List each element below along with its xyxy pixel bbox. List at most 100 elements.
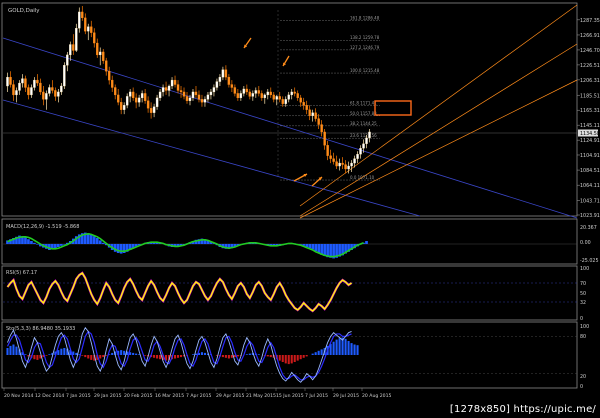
candle-body	[161, 87, 165, 93]
stochastic-axis-label: 80	[580, 334, 586, 340]
candle-body	[81, 11, 84, 19]
candle-body	[263, 94, 266, 99]
date-label: 29 Apr 2015	[216, 393, 244, 399]
candle-body	[108, 71, 111, 81]
candle-body	[335, 161, 338, 167]
candle-body	[329, 155, 332, 159]
candle-body	[281, 99, 284, 104]
candle-body	[93, 32, 96, 44]
candle-body	[27, 87, 30, 96]
candle-body	[42, 91, 45, 100]
price-label: 1064.11	[580, 183, 600, 189]
candle-body	[63, 65, 66, 87]
candle-body	[36, 79, 39, 84]
fib-level-label: 138.2 1259.78	[350, 35, 380, 40]
candle-body	[116, 94, 120, 103]
rsi-axis-label: 0	[580, 316, 583, 322]
price-label: 1185.51	[580, 93, 600, 99]
candle-body	[173, 79, 177, 85]
candle-body	[170, 79, 174, 87]
candle-body	[314, 112, 317, 119]
candle-body	[87, 26, 90, 32]
candle-body	[102, 51, 105, 61]
candle-body	[185, 96, 189, 101]
candle-body	[359, 148, 362, 155]
candle-body	[12, 84, 15, 96]
candle-body	[296, 93, 299, 99]
candle-body	[33, 79, 36, 88]
candle-body	[227, 76, 231, 85]
fib-level-label: 161.8 1286.48	[350, 15, 380, 20]
candle-body	[99, 51, 102, 56]
candle-body	[60, 85, 63, 93]
candle-body	[75, 28, 78, 51]
candle-body	[239, 93, 243, 99]
candle-body	[236, 93, 240, 99]
candle-body	[188, 97, 192, 101]
date-label: 20 Nov 2014	[4, 393, 33, 399]
candle-body	[248, 91, 252, 97]
candle-body	[125, 96, 129, 106]
price-label: 1104.91	[580, 153, 600, 159]
macd-axis-label: -25.025	[580, 258, 599, 264]
date-label: 15 Jun 2015	[276, 393, 304, 399]
candle-body	[30, 87, 33, 96]
rsi-axis-label: 50	[580, 291, 586, 297]
candle-body	[200, 99, 204, 103]
date-label: 29 Jul 2015	[333, 393, 359, 399]
price-label: 1084.51	[580, 168, 600, 174]
candle-body	[54, 90, 57, 97]
candle-body	[332, 158, 335, 162]
date-label: 7 Jan 2015	[66, 393, 91, 399]
current-price-label: 1134.58	[580, 131, 600, 137]
candle-body	[122, 105, 126, 110]
candle-body	[308, 109, 311, 116]
candle-body	[39, 82, 42, 93]
candle-body	[344, 164, 347, 170]
date-label: 16 Mar 2015	[155, 393, 184, 399]
candle-body	[15, 90, 18, 96]
candle-body	[128, 91, 132, 97]
stochastic-title: Sto(5,3,3) 86.9480 35.1933	[6, 326, 75, 332]
candle-body	[254, 90, 258, 94]
price-label: 1206.31	[580, 78, 600, 84]
candle-body	[21, 78, 24, 84]
candle-body	[347, 165, 350, 170]
fib-level-label: 127.2 1246.79	[350, 45, 380, 50]
stochastic-axis-label: 0	[580, 384, 583, 390]
candle-body	[323, 131, 326, 146]
candle-body	[140, 93, 144, 99]
fib-level-label: 0.0 1071.10	[350, 175, 375, 180]
candle-body	[146, 100, 150, 109]
rsi-axis-label: 70	[580, 281, 586, 287]
candle-body	[356, 154, 359, 159]
price-label: 1124.91	[580, 138, 600, 144]
candle-body	[206, 94, 210, 100]
candle-body	[251, 93, 255, 97]
rsi-axis-label: 32	[580, 300, 586, 306]
candle-body	[320, 124, 323, 133]
watermark-text: [1278x850] https://upic.me/	[449, 404, 596, 415]
candle-body	[105, 60, 108, 72]
candle-body	[197, 94, 201, 100]
rsi-axis-label: 100	[580, 266, 589, 272]
fib-level-label: 23.6 1127.56	[350, 133, 377, 138]
candle-body	[155, 97, 159, 107]
fib-level-label: 100.0 1215.48	[350, 68, 380, 73]
candle-body	[353, 158, 356, 164]
candle-body	[257, 90, 261, 94]
candle-body	[179, 90, 183, 93]
date-label: 7 Apr 2015	[186, 393, 212, 399]
candle-body	[18, 82, 21, 91]
candle-body	[51, 87, 54, 91]
rsi-title: RSI(5) 67.17	[6, 270, 37, 276]
candle-body	[78, 11, 81, 29]
candle-body	[269, 91, 272, 96]
candle-body	[338, 162, 341, 167]
price-label: 1287.35	[580, 18, 600, 24]
candle-body	[284, 99, 287, 104]
candle-body	[194, 91, 198, 96]
price-label: 1023.91	[580, 213, 600, 219]
candle-body	[90, 26, 93, 33]
gold-daily-chart-window[interactable]: GOLD,Daily 161.8 1286.48 138.2 1259.78 127…	[0, 0, 600, 418]
